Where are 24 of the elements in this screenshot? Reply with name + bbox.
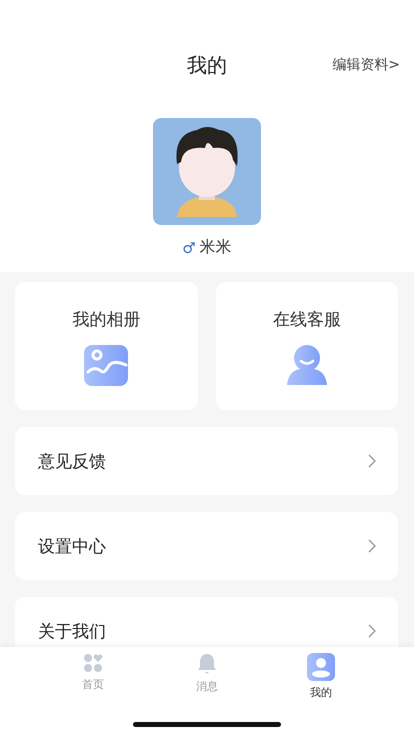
male-icon: ♂	[182, 238, 196, 256]
card-label: 在线客服	[272, 309, 341, 331]
chevron-icon	[368, 624, 376, 638]
tab[interactable]: 我的	[291, 653, 351, 701]
card-label: 我的相册	[72, 309, 140, 331]
menu-row[interactable]: 关于我们	[15, 597, 398, 647]
feature-card[interactable]: 在线客服	[216, 282, 398, 410]
page-title: 我的	[187, 52, 227, 78]
grid-icon	[83, 653, 103, 673]
menu-row[interactable]: 设置中心	[15, 512, 398, 580]
user-name: 米米	[200, 237, 232, 258]
chevron-icon	[368, 454, 376, 468]
menu-label: 意见反馈	[38, 450, 106, 472]
menu-label: 关于我们	[38, 620, 106, 642]
person-icon	[307, 653, 335, 681]
edit-profile-link[interactable]: 编辑资料>	[332, 56, 400, 74]
image-icon	[84, 345, 128, 386]
menu-label: 设置中心	[38, 536, 106, 558]
bell-icon	[197, 653, 217, 675]
feature-card[interactable]: 我的相册	[15, 282, 198, 410]
chevron-icon	[368, 539, 376, 553]
avatar-icon	[153, 118, 261, 225]
person-icon	[286, 345, 327, 385]
menu-row[interactable]: 意见反馈	[15, 427, 398, 495]
